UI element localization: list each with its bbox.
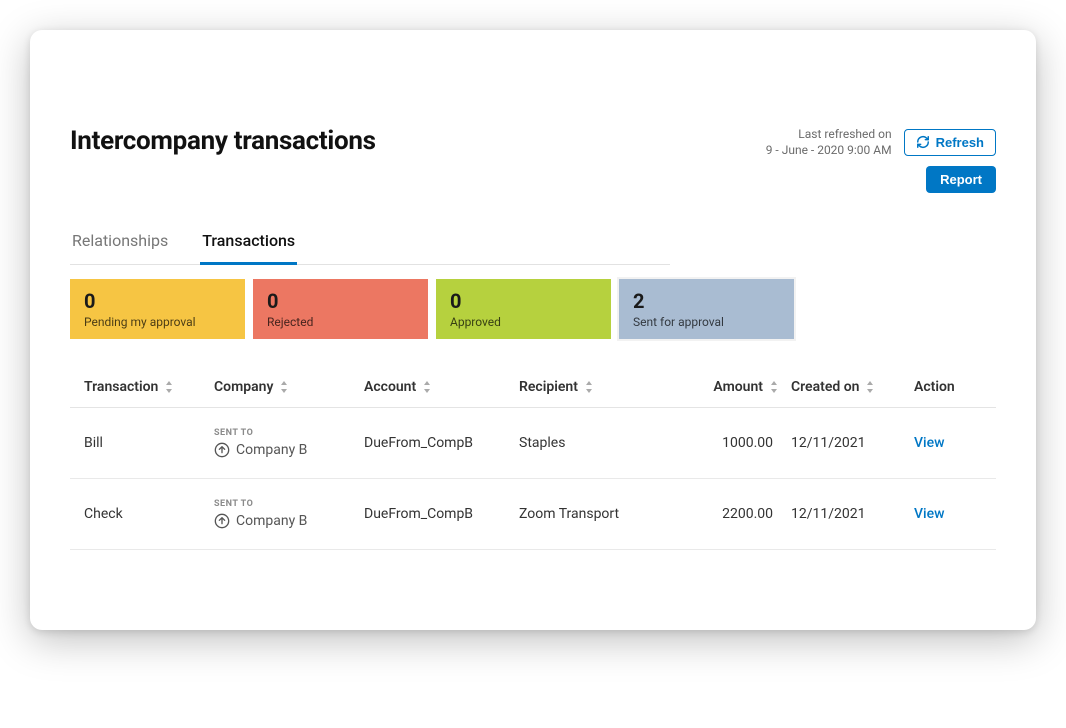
stat-value: 0 <box>84 289 231 313</box>
tabs: Relationships Transactions <box>70 221 670 265</box>
company-name: Company B <box>236 442 307 458</box>
cell-account: DueFrom_CompB <box>364 506 519 522</box>
sort-icon <box>584 381 594 393</box>
col-amount[interactable]: Amount <box>659 379 779 395</box>
col-action: Action <box>914 379 994 395</box>
sort-icon <box>865 381 875 393</box>
col-label: Recipient <box>519 379 578 395</box>
cell-action: View <box>914 506 994 522</box>
stat-value: 0 <box>267 289 414 313</box>
cell-transaction: Bill <box>84 435 214 451</box>
table-header: Transaction Company Account Recipient <box>70 367 996 408</box>
sent-to-label: SENT TO <box>214 428 364 438</box>
col-account[interactable]: Account <box>364 379 519 395</box>
view-link[interactable]: View <box>914 506 945 522</box>
cell-amount: 1000.00 <box>659 435 779 451</box>
stat-value: 0 <box>450 289 597 313</box>
transactions-table: Transaction Company Account Recipient <box>70 367 996 550</box>
stat-label: Sent for approval <box>633 315 780 329</box>
col-label: Created on <box>791 379 859 395</box>
sort-icon <box>422 381 432 393</box>
stat-label: Approved <box>450 315 597 329</box>
page-title: Intercompany transactions <box>70 126 376 156</box>
refresh-button-label: Refresh <box>936 135 984 150</box>
cell-recipient: Zoom Transport <box>519 506 659 522</box>
col-recipient[interactable]: Recipient <box>519 379 659 395</box>
company-line: Company B <box>214 442 364 458</box>
sort-icon <box>164 381 174 393</box>
cell-company: SENT TO Company B <box>214 428 364 458</box>
stat-value: 2 <box>633 289 780 313</box>
cell-company: SENT TO Company B <box>214 499 364 529</box>
top-spacer <box>70 66 996 126</box>
view-link[interactable]: View <box>914 435 945 451</box>
stat-row: 0 Pending my approval 0 Rejected 0 Appro… <box>70 279 996 339</box>
sort-icon <box>279 381 289 393</box>
refresh-button[interactable]: Refresh <box>904 129 996 156</box>
tab-relationships[interactable]: Relationships <box>70 221 170 265</box>
stat-pending-my-approval[interactable]: 0 Pending my approval <box>70 279 245 339</box>
col-label: Action <box>914 379 955 395</box>
col-created-on[interactable]: Created on <box>779 379 914 395</box>
col-company[interactable]: Company <box>214 379 364 395</box>
col-label: Account <box>364 379 416 395</box>
last-refreshed-value: 9 - June - 2020 9:00 AM <box>766 142 892 158</box>
col-label: Company <box>214 379 273 395</box>
cell-recipient: Staples <box>519 435 659 451</box>
stat-label: Pending my approval <box>84 315 231 329</box>
last-refreshed-label: Last refreshed on <box>766 126 892 142</box>
report-button-label: Report <box>940 172 982 187</box>
col-label: Transaction <box>84 379 158 395</box>
refresh-icon <box>916 135 930 149</box>
cell-action: View <box>914 435 994 451</box>
cell-created-on: 12/11/2021 <box>779 435 914 451</box>
report-button[interactable]: Report <box>926 166 996 193</box>
upload-icon <box>214 442 230 458</box>
upload-icon <box>214 513 230 529</box>
cell-account: DueFrom_CompB <box>364 435 519 451</box>
col-transaction[interactable]: Transaction <box>84 379 214 395</box>
last-refreshed: Last refreshed on 9 - June - 2020 9:00 A… <box>766 126 892 158</box>
page-card: Intercompany transactions Last refreshed… <box>30 30 1036 630</box>
col-label: Amount <box>713 379 763 395</box>
company-name: Company B <box>236 513 307 529</box>
table-row: Bill SENT TO Company B DueFrom_CompB Sta… <box>70 408 996 479</box>
cell-transaction: Check <box>84 506 214 522</box>
stat-label: Rejected <box>267 315 414 329</box>
stat-approved[interactable]: 0 Approved <box>436 279 611 339</box>
table-row: Check SENT TO Company B DueFrom_CompB Zo… <box>70 479 996 550</box>
stat-sent-for-approval[interactable]: 2 Sent for approval <box>619 279 794 339</box>
cell-amount: 2200.00 <box>659 506 779 522</box>
header-row: Intercompany transactions Last refreshed… <box>70 126 996 193</box>
company-line: Company B <box>214 513 364 529</box>
sort-icon <box>769 381 779 393</box>
refresh-row: Last refreshed on 9 - June - 2020 9:00 A… <box>766 126 996 158</box>
header-right: Last refreshed on 9 - June - 2020 9:00 A… <box>766 126 996 193</box>
cell-created-on: 12/11/2021 <box>779 506 914 522</box>
sent-to-label: SENT TO <box>214 499 364 509</box>
tab-transactions[interactable]: Transactions <box>200 221 297 265</box>
stat-rejected[interactable]: 0 Rejected <box>253 279 428 339</box>
